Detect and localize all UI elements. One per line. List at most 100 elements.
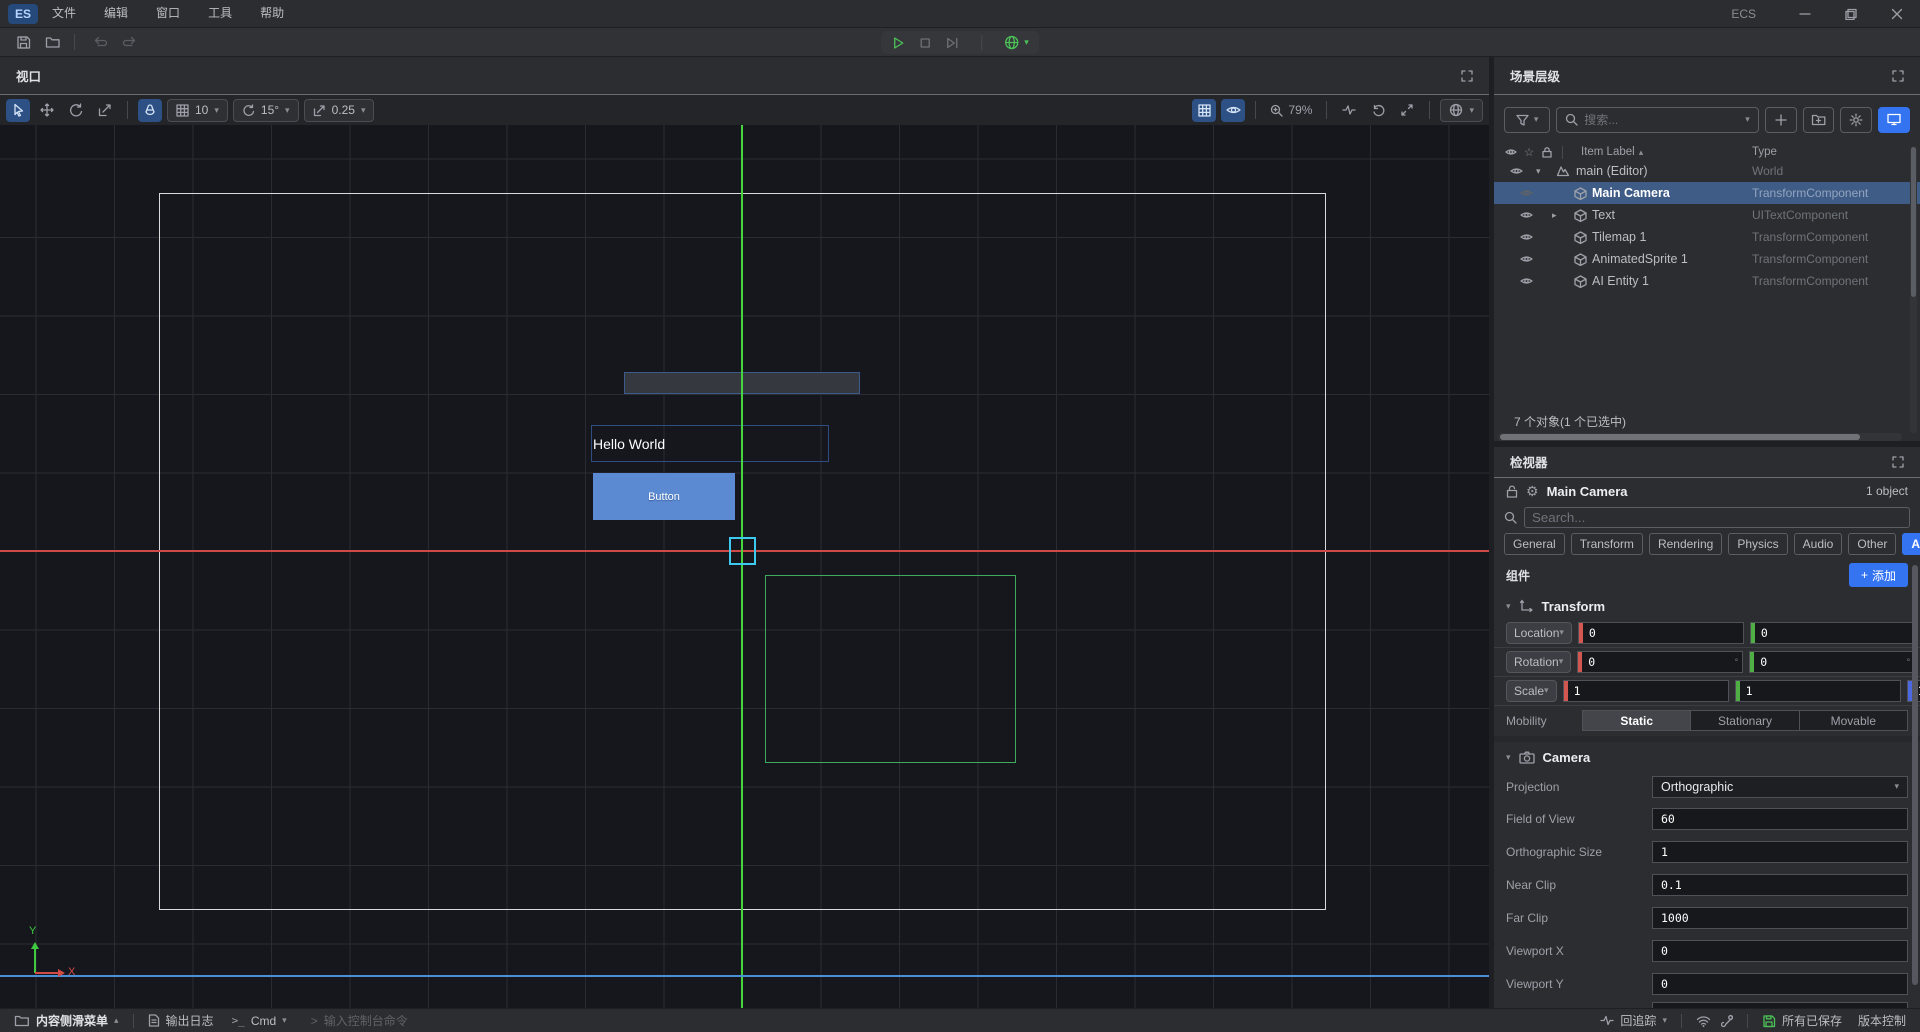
rotate-tool-button[interactable] — [64, 99, 88, 122]
rotation-dropdown[interactable]: Rotation▾ — [1506, 651, 1571, 673]
scale-y-field[interactable] — [1735, 680, 1901, 702]
near-clip-input[interactable] — [1652, 874, 1908, 896]
snap-tool-button[interactable] — [138, 99, 162, 122]
camera-selection-box[interactable] — [729, 537, 756, 565]
column-item-label[interactable]: Item Label — [1581, 146, 1635, 158]
lock-icon[interactable] — [1506, 485, 1518, 498]
tree-row-ai-entity[interactable]: AI Entity 1 TransformComponent — [1494, 270, 1920, 292]
button-object[interactable]: Button — [593, 473, 735, 520]
redo-icon[interactable] — [117, 31, 143, 53]
location-dropdown[interactable]: Location▾ — [1506, 622, 1572, 644]
scale-tool-button[interactable] — [93, 99, 117, 122]
content-drawer-button[interactable]: 内容侧滑菜单 ▴ — [14, 1012, 119, 1029]
tab-rendering[interactable]: Rendering — [1649, 533, 1722, 555]
entity-bounds-rect[interactable] — [765, 575, 1016, 763]
tab-transform[interactable]: Transform — [1571, 533, 1643, 555]
globe-chevron-icon[interactable]: ▾ — [1024, 38, 1029, 47]
version-control-button[interactable]: 版本控制 — [1858, 1012, 1906, 1029]
maximize-button[interactable] — [1828, 0, 1874, 27]
viewport-expand-icon[interactable] — [1461, 70, 1473, 82]
hierarchy-search-input[interactable] — [1584, 113, 1739, 127]
transform-section-header[interactable]: ▾ Transform — [1494, 593, 1920, 619]
open-folder-icon[interactable] — [40, 31, 66, 53]
add-component-button[interactable]: + 添加 — [1849, 563, 1908, 587]
menu-edit[interactable]: 编辑 — [90, 0, 142, 27]
visibility-toggle-button[interactable] — [1221, 99, 1245, 122]
tree-row-animatedsprite[interactable]: AnimatedSprite 1 TransformComponent — [1494, 248, 1920, 270]
network-icon[interactable] — [1696, 1015, 1711, 1027]
mobility-stationary[interactable]: Stationary — [1691, 711, 1799, 730]
menu-tools[interactable]: 工具 — [194, 0, 246, 27]
menu-file[interactable]: 文件 — [38, 0, 90, 27]
eye-icon[interactable] — [1518, 276, 1534, 286]
add-folder-button[interactable] — [1803, 107, 1835, 133]
tree-row-tilemap[interactable]: Tilemap 1 TransformComponent — [1494, 226, 1920, 248]
field-of-view-input[interactable] — [1652, 808, 1908, 830]
gear-icon[interactable]: ⚙ — [1526, 483, 1539, 500]
trace-button[interactable]: 回追踪 ▾ — [1600, 1012, 1667, 1029]
hierarchy-horizontal-scrollbar[interactable] — [1498, 433, 1902, 441]
plugin-icon[interactable] — [1721, 1014, 1733, 1028]
viewport-y-input[interactable] — [1652, 973, 1908, 995]
step-icon[interactable] — [945, 37, 959, 49]
display-mode-button[interactable] — [1878, 107, 1910, 133]
hierarchy-settings-button[interactable] — [1840, 107, 1872, 133]
rotation-x-field[interactable]: ° — [1577, 651, 1743, 673]
rotate-snap-dropdown[interactable]: 15° ▾ — [233, 99, 299, 122]
scale-snap-dropdown[interactable]: 0.25 ▾ — [304, 99, 375, 122]
stop-icon[interactable] — [919, 37, 931, 49]
projection-dropdown[interactable]: Orthographic ▾ — [1652, 776, 1908, 798]
inspector-search-input[interactable] — [1532, 510, 1902, 525]
save-icon[interactable] — [10, 31, 36, 53]
tab-other[interactable]: Other — [1848, 533, 1896, 555]
tab-general[interactable]: General — [1504, 533, 1565, 555]
mobility-movable[interactable]: Movable — [1800, 711, 1907, 730]
column-type[interactable]: Type — [1752, 146, 1777, 158]
inspector-vertical-scrollbar[interactable] — [1912, 565, 1918, 985]
menu-help[interactable]: 帮助 — [246, 0, 298, 27]
undo-icon[interactable] — [87, 31, 113, 53]
eye-icon[interactable] — [1518, 188, 1534, 198]
reset-view-icon[interactable] — [1366, 99, 1390, 122]
tree-row-main-camera[interactable]: Main Camera TransformComponent — [1494, 182, 1920, 204]
hierarchy-expand-icon[interactable] — [1892, 70, 1904, 82]
grid-toggle-button[interactable] — [1192, 99, 1216, 122]
tree-row-main[interactable]: ▾ main (Editor) World — [1494, 160, 1920, 182]
eye-icon[interactable] — [1518, 254, 1534, 264]
stats-icon[interactable] — [1337, 99, 1361, 122]
save-status[interactable]: 所有已保存 — [1762, 1012, 1842, 1029]
cmd-button[interactable]: >_ Cmd ▾ — [232, 1014, 287, 1028]
grid-size-dropdown[interactable]: 10 ▾ — [167, 99, 228, 122]
world-globe-icon[interactable]: ▾ — [1004, 35, 1029, 50]
mobility-static[interactable]: Static — [1583, 711, 1691, 730]
add-entity-button[interactable] — [1765, 107, 1797, 133]
viewport-globe-dropdown[interactable]: ▾ — [1440, 99, 1483, 122]
eye-icon[interactable] — [1518, 232, 1534, 242]
hierarchy-search[interactable]: ▾ — [1556, 107, 1759, 133]
close-button[interactable] — [1874, 0, 1920, 27]
viewport-x-input[interactable] — [1652, 940, 1908, 962]
tab-audio[interactable]: Audio — [1794, 533, 1843, 555]
far-clip-input[interactable] — [1652, 907, 1908, 929]
scale-x-field[interactable] — [1563, 680, 1729, 702]
filter-button[interactable]: ▾ — [1504, 107, 1550, 133]
inspector-expand-icon[interactable] — [1892, 456, 1904, 468]
chevron-down-icon[interactable]: ▾ — [1506, 753, 1511, 762]
rotation-y-field[interactable]: ° — [1749, 651, 1915, 673]
chevron-right-icon[interactable]: ▸ — [1552, 210, 1557, 221]
zoom-level[interactable]: 79% — [1266, 99, 1316, 122]
select-tool-button[interactable] — [6, 99, 30, 122]
orthographic-size-input[interactable] — [1652, 841, 1908, 863]
output-log-button[interactable]: 输出日志 — [148, 1012, 214, 1029]
text-object[interactable]: Hello World — [591, 425, 829, 462]
tab-physics[interactable]: Physics — [1728, 533, 1787, 555]
tab-all[interactable]: All — [1902, 533, 1920, 555]
move-tool-button[interactable] — [35, 99, 59, 122]
menu-window[interactable]: 窗口 — [142, 0, 194, 27]
location-x-field[interactable] — [1578, 622, 1744, 644]
location-y-field[interactable] — [1750, 622, 1916, 644]
console-command-input[interactable]: > 输入控制台命令 — [311, 1012, 408, 1029]
camera-section-header[interactable]: ▾ Camera — [1494, 742, 1920, 772]
eye-icon[interactable] — [1508, 166, 1524, 176]
hierarchy-vertical-scrollbar[interactable] — [1910, 147, 1917, 433]
